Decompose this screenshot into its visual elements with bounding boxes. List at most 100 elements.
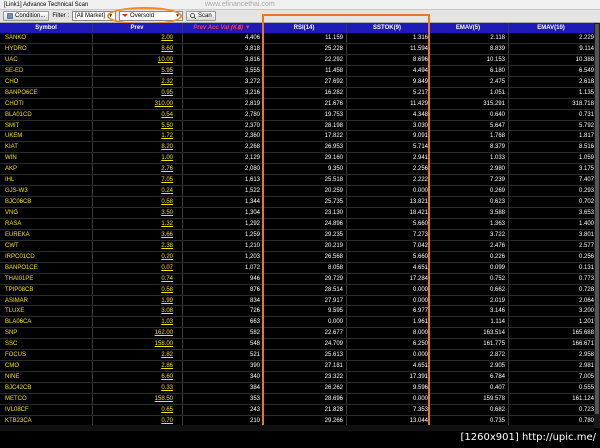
col-header-emav10[interactable]: EMAV(10) (508, 23, 594, 33)
row-prev[interactable]: 1.99 (161, 296, 173, 306)
row-emav10: 5.792 (578, 122, 594, 129)
row-prev[interactable]: 158.50 (155, 394, 173, 404)
row-prev[interactable]: 1.32 (161, 219, 173, 229)
row-prev[interactable]: 1.72 (161, 131, 173, 141)
row-emav5: 2.476 (489, 242, 505, 249)
row-prev-acc-val: 663 (249, 319, 260, 326)
row-emav5: 159.578 (483, 395, 505, 402)
row-prev[interactable]: 0.24 (161, 186, 173, 196)
row-emav5: 0.682 (489, 406, 505, 413)
row-emav10: 3.200 (578, 308, 594, 315)
row-symbol: CHO (5, 78, 19, 85)
row-prev-acc-val: 726 (249, 308, 260, 315)
row-prev-acc-val: 2,080 (244, 166, 260, 173)
row-prev[interactable]: 0.58 (161, 197, 173, 207)
row-prev[interactable]: 3.66 (161, 230, 173, 240)
row-emav5: 6.784 (489, 374, 505, 381)
row-emav10: 0.731 (578, 111, 594, 118)
row-symbol: EUREKA (5, 231, 30, 238)
row-emav5: 2.118 (490, 35, 505, 41)
row-prev[interactable]: 0.65 (161, 405, 173, 415)
scan-button[interactable]: Scan (186, 11, 216, 21)
row-symbol: NINE (5, 374, 20, 381)
condition-button[interactable]: Condition... (3, 11, 50, 21)
row-symbol: VNG (5, 210, 19, 216)
row-emav5: 2.980 (489, 166, 505, 173)
row-prev[interactable]: 1.03 (161, 317, 173, 327)
row-prev[interactable]: 3.50 (161, 208, 173, 218)
row-emav5: 0.407 (489, 385, 505, 391)
vertical-scrollbar[interactable] (594, 23, 600, 428)
row-emav10: 2.958 (578, 352, 594, 359)
row-prev[interactable]: 5.50 (161, 121, 173, 131)
row-emav10: 2.064 (578, 297, 594, 304)
row-emav10: 9.114 (579, 45, 594, 52)
row-symbol: RASA (5, 220, 22, 227)
row-emav10: 2.618 (578, 78, 594, 85)
row-prev[interactable]: 5.95 (161, 66, 173, 76)
row-emav10: 0.256 (578, 253, 594, 260)
row-emav5: 0.752 (489, 275, 505, 282)
row-prev[interactable]: 7.05 (161, 175, 173, 185)
row-prev-acc-val: 2,360 (244, 133, 260, 140)
row-prev[interactable]: 1.00 (161, 153, 173, 163)
row-prev-acc-val: 3,818 (244, 45, 260, 52)
row-symbol: UKEM (5, 133, 23, 140)
row-symbol: SANKO (5, 35, 27, 41)
row-emav10: 10.388 (575, 56, 594, 63)
col-header-symbol[interactable]: Symbol (0, 23, 92, 33)
row-prev-acc-val: 1,292 (244, 220, 260, 227)
row-emav5: 3.588 (489, 210, 505, 216)
row-emav5: 8.379 (489, 144, 505, 151)
row-emav10: 318.718 (572, 100, 594, 107)
row-prev[interactable]: 2.82 (161, 350, 173, 360)
row-symbol: IRPC01CD (5, 253, 35, 260)
row-prev[interactable]: 0.95 (161, 88, 173, 98)
row-emav10: 1.059 (578, 155, 594, 162)
row-symbol: BLA06CA (5, 319, 32, 326)
watermark: www.efinancethai.com (205, 1, 275, 8)
row-symbol: WIN (5, 155, 17, 162)
row-prev-acc-val: 1,259 (244, 231, 260, 238)
row-prev[interactable]: 2.86 (161, 361, 173, 371)
row-prev[interactable]: 10.00 (158, 55, 173, 65)
row-emav10: 2.229 (578, 35, 594, 41)
row-prev-acc-val: 390 (249, 363, 260, 370)
row-symbol: HYDRO (5, 45, 27, 52)
row-prev[interactable]: 2.32 (161, 77, 173, 87)
row-prev[interactable]: 0.58 (161, 285, 173, 295)
row-prev[interactable]: 8.20 (161, 142, 173, 152)
row-emav10: 3.175 (578, 166, 594, 173)
col-header-prev-acc-val-label: Prev Acc Val (K฿) (193, 25, 244, 31)
row-prev[interactable]: 6.60 (161, 372, 173, 382)
row-prev[interactable]: 158.00 (155, 339, 173, 349)
row-symbol: CMO (5, 363, 19, 370)
col-header-prev-acc-val[interactable]: Prev Acc Val (K฿) ▼ (182, 23, 262, 33)
row-symbol: CWT (5, 242, 19, 249)
scrollbar-thumb[interactable] (595, 24, 599, 414)
row-prev[interactable]: 0.74 (161, 274, 173, 284)
row-prev-acc-val: 2,819 (244, 100, 260, 107)
row-prev[interactable]: 310.00 (155, 99, 173, 109)
row-prev[interactable]: 0.07 (161, 263, 173, 273)
row-prev-acc-val: 2,370 (244, 122, 260, 129)
row-prev-acc-val: 1,072 (244, 264, 260, 271)
row-prev[interactable]: 0.54 (161, 110, 173, 120)
row-symbol: ASIMAR (5, 297, 29, 304)
row-prev[interactable]: 0.33 (161, 383, 173, 393)
col-header-prev[interactable]: Prev (92, 23, 182, 33)
row-prev[interactable]: 2.38 (161, 241, 173, 251)
row-prev[interactable]: 0.20 (161, 252, 173, 262)
row-emav10: 8.516 (578, 144, 594, 151)
row-symbol: TLUXE (5, 308, 25, 315)
row-prev[interactable]: 2.76 (161, 164, 173, 174)
row-emav10: 0.555 (578, 385, 594, 391)
row-prev[interactable]: 2.00 (161, 33, 173, 43)
row-emav5: 0.099 (489, 264, 505, 271)
row-prev[interactable]: 3.08 (161, 306, 173, 316)
row-emav10: 3.801 (578, 231, 594, 238)
row-prev[interactable]: 8.60 (161, 44, 173, 54)
col-header-emav5[interactable]: EMAV(5) (428, 23, 508, 33)
row-prev[interactable]: 162.00 (155, 328, 173, 338)
row-prev-acc-val: 340 (249, 374, 260, 381)
